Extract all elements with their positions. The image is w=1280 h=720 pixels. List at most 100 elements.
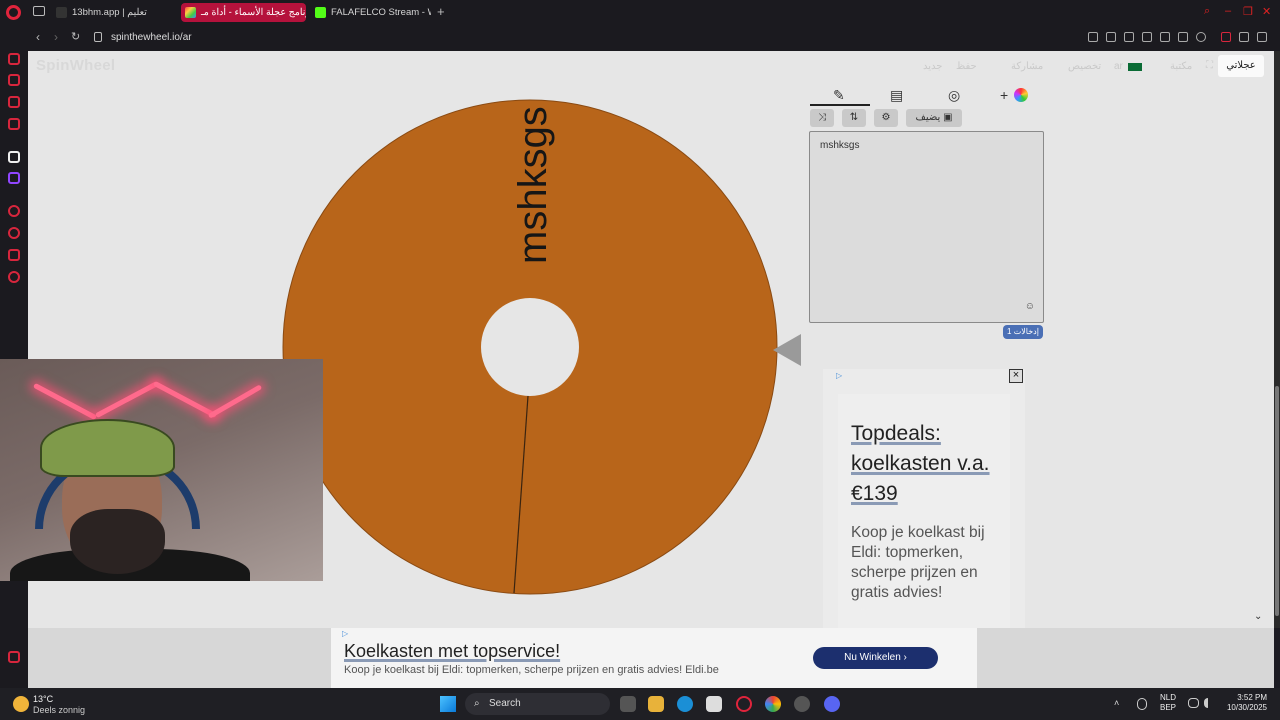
saudi-flag-icon bbox=[1128, 63, 1142, 71]
music-icon[interactable] bbox=[8, 118, 20, 130]
taskbar-search[interactable]: ⌕ Search bbox=[465, 693, 610, 715]
split-view-icon[interactable] bbox=[1088, 32, 1098, 42]
my-wheels-button[interactable]: عجلاتي bbox=[1218, 55, 1264, 77]
snapshot-icon[interactable] bbox=[1124, 32, 1134, 42]
gx-icon[interactable] bbox=[8, 651, 20, 663]
volume-icon[interactable] bbox=[1204, 698, 1214, 708]
play-icon[interactable] bbox=[1178, 32, 1188, 42]
store-icon[interactable] bbox=[706, 696, 722, 712]
app-icon[interactable] bbox=[8, 151, 20, 163]
browser-tab[interactable]: 13bhm.app | تعليم bbox=[52, 3, 177, 22]
shop-now-button[interactable]: Nu Winkelen › bbox=[813, 647, 938, 669]
messenger-icon[interactable] bbox=[8, 74, 20, 86]
browser-tab-active[interactable]: برنامج عجلة الأسماء - أداة مـ bbox=[181, 3, 306, 22]
discord-icon[interactable] bbox=[824, 696, 840, 712]
pin-icon[interactable] bbox=[1106, 32, 1116, 42]
add-icon[interactable]: + bbox=[1000, 87, 1008, 103]
weather-temperature[interactable]: 13°C bbox=[33, 694, 53, 704]
emoji-icon[interactable]: ☺ bbox=[1025, 301, 1035, 312]
neon-light bbox=[207, 384, 263, 419]
profile-icon[interactable] bbox=[1221, 32, 1231, 42]
address-bar: ‹ › ↻ spinthewheel.io/ar bbox=[0, 25, 1280, 51]
download-icon[interactable] bbox=[1239, 32, 1249, 42]
neon-light bbox=[94, 380, 160, 419]
taskbar-search-label: Search bbox=[489, 698, 521, 709]
app-icon[interactable] bbox=[794, 696, 810, 712]
minimize-icon[interactable]: – bbox=[1225, 5, 1231, 17]
back-icon[interactable]: ‹ bbox=[36, 30, 40, 44]
player-icon[interactable] bbox=[8, 205, 20, 217]
browser-tab[interactable]: FALAFELCO Stream - Wat bbox=[311, 3, 431, 22]
sort-icon[interactable]: ⇅ bbox=[842, 109, 866, 127]
network-icon[interactable] bbox=[1188, 698, 1199, 708]
opera-gx-icon[interactable] bbox=[736, 696, 752, 712]
adchoices-icon[interactable]: ▷ bbox=[342, 629, 348, 638]
add-image-button[interactable]: يضيف ▣ bbox=[906, 109, 962, 127]
tab-label: برنامج عجلة الأسماء - أداة مـ bbox=[201, 7, 306, 18]
tab-favicon-icon bbox=[315, 7, 326, 18]
shield-icon[interactable] bbox=[1142, 32, 1152, 42]
history-icon[interactable] bbox=[8, 227, 20, 239]
nav-gallery[interactable]: مكتبة bbox=[1170, 61, 1192, 72]
weather-icon[interactable] bbox=[13, 696, 29, 712]
clipboard-icon[interactable]: ▤ bbox=[890, 87, 903, 104]
scrollbar-thumb[interactable] bbox=[1275, 386, 1279, 616]
close-window-icon[interactable]: ✕ bbox=[1262, 5, 1271, 18]
lock-icon[interactable] bbox=[94, 32, 102, 42]
twitch-icon[interactable] bbox=[8, 172, 20, 184]
pencil-icon[interactable]: ✎ bbox=[833, 87, 845, 104]
translate-icon[interactable] bbox=[1160, 32, 1170, 42]
tab-favicon-icon bbox=[185, 7, 196, 18]
nav-save[interactable]: حفظ bbox=[956, 61, 977, 72]
tray-chevron-icon[interactable]: ˄ bbox=[1114, 698, 1124, 708]
tab-manager-icon[interactable] bbox=[33, 6, 45, 16]
task-view-icon[interactable] bbox=[620, 696, 636, 712]
taskbar: 13°C Deels zonnig ⌕ Search ˄ NLD BEP 3:5… bbox=[0, 688, 1280, 720]
extensions-icon[interactable] bbox=[8, 249, 20, 261]
nav-share[interactable]: مشاركة bbox=[1011, 61, 1043, 72]
instagram-icon[interactable] bbox=[8, 96, 20, 108]
shuffle-icon[interactable]: ⤨ bbox=[810, 109, 834, 127]
nav-language[interactable]: ar bbox=[1114, 61, 1123, 72]
reload-icon[interactable]: ↻ bbox=[71, 30, 80, 43]
menu-icon[interactable] bbox=[1257, 32, 1267, 42]
language-code: NLD bbox=[1160, 693, 1177, 702]
entries-textarea[interactable]: mshksgs ☺ bbox=[809, 131, 1044, 323]
nav-new[interactable]: جديد bbox=[923, 61, 942, 72]
eye-off-icon[interactable]: ◎ bbox=[948, 87, 960, 104]
editor-tabs: ✎ ▤ ◎ + bbox=[810, 85, 1045, 107]
weather-description[interactable]: Deels zonnig bbox=[33, 705, 85, 715]
edge-icon[interactable] bbox=[677, 696, 693, 712]
heart-icon[interactable] bbox=[1196, 32, 1206, 42]
maximize-icon[interactable]: ❐ bbox=[1243, 5, 1253, 18]
nav-customize[interactable]: تخصيص bbox=[1068, 61, 1101, 72]
color-wheel-icon[interactable] bbox=[1014, 88, 1028, 102]
microphone-icon[interactable] bbox=[1137, 698, 1147, 710]
file-explorer-icon[interactable] bbox=[648, 696, 664, 712]
fullscreen-icon[interactable]: ⛶ bbox=[1206, 60, 1213, 71]
language-indicator[interactable]: NLD BEP bbox=[1160, 693, 1176, 713]
new-tab-button[interactable]: + bbox=[437, 4, 445, 19]
aria-icon[interactable] bbox=[8, 53, 20, 65]
opera-logo-icon[interactable] bbox=[6, 5, 21, 20]
browser-tab-strip: 13bhm.app | تعليم برنامج عجلة الأسماء - … bbox=[0, 0, 1280, 25]
url-field[interactable]: spinthewheel.io/ar bbox=[111, 32, 192, 43]
search-icon: ⌕ bbox=[474, 698, 480, 709]
bottom-ad-description: Koop je koelkast bij Eldi: topmerken, sc… bbox=[344, 664, 719, 676]
settings-icon[interactable] bbox=[8, 271, 20, 283]
start-icon[interactable] bbox=[440, 696, 456, 712]
forward-icon[interactable]: › bbox=[54, 30, 58, 44]
bottom-ad-title[interactable]: Koelkasten met topservice! bbox=[344, 641, 560, 662]
wheel-center-hole[interactable] bbox=[481, 298, 579, 396]
scrollbar[interactable] bbox=[1274, 51, 1280, 628]
adchoices-icon[interactable]: ▷ bbox=[836, 371, 842, 380]
chevron-down-icon[interactable]: ⌄ bbox=[1254, 611, 1262, 622]
search-tabs-icon[interactable]: ⌕ bbox=[1204, 5, 1210, 18]
chrome-icon[interactable] bbox=[765, 696, 781, 712]
system-clock[interactable]: 3:52 PM 10/30/2025 bbox=[1222, 693, 1267, 713]
site-logo[interactable]: SpinWheel bbox=[36, 57, 115, 74]
settings-gear-icon[interactable]: ⚙ bbox=[874, 109, 898, 127]
close-ad-button[interactable]: × bbox=[1009, 369, 1023, 383]
side-ad-title[interactable]: Topdeals: koelkasten v.a. €139 bbox=[851, 419, 1001, 509]
neon-light bbox=[152, 380, 218, 419]
